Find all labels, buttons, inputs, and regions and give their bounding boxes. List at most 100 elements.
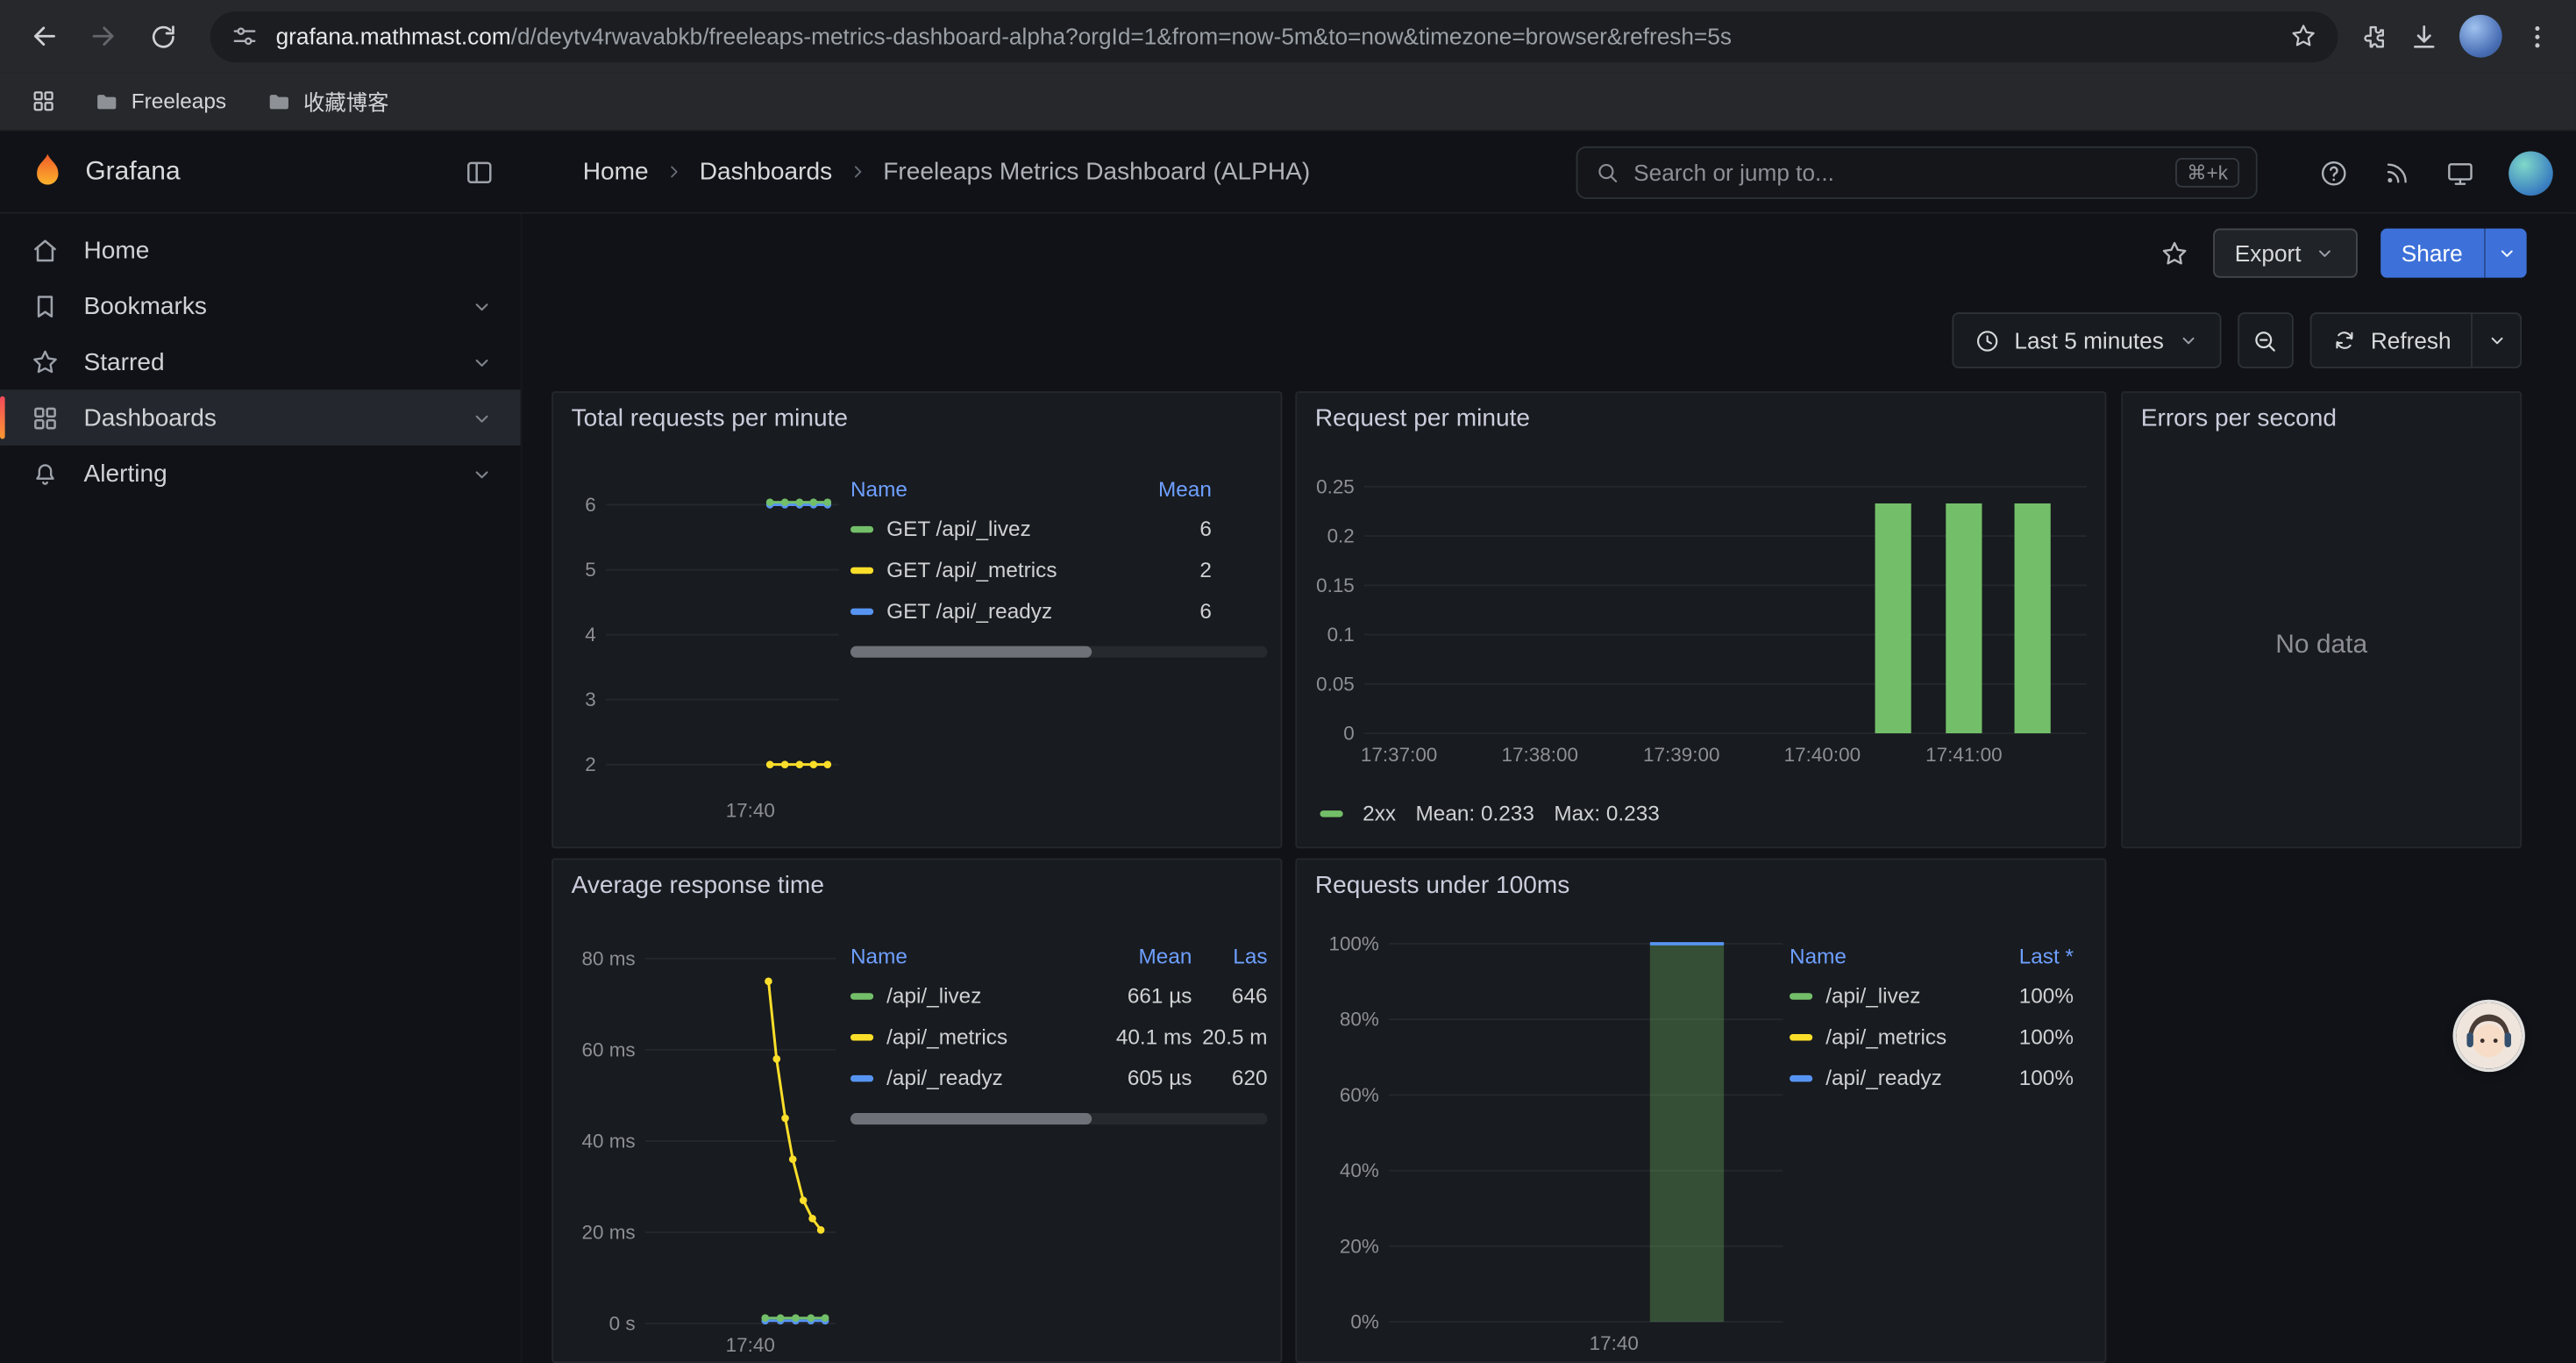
folder-icon (266, 88, 292, 114)
legend-row[interactable]: /api/_metrics 100% (1790, 1016, 2074, 1057)
bookmark-icon (30, 290, 61, 322)
svg-text:17:39:00: 17:39:00 (1643, 744, 1719, 766)
time-range-picker[interactable]: Last 5 minutes (1952, 312, 2221, 368)
breadcrumb-dashboards[interactable]: Dashboards (700, 158, 832, 186)
legend-row[interactable]: /api/_readyz 100% (1790, 1057, 2074, 1098)
scrollbar-thumb[interactable] (850, 1113, 1092, 1124)
breadcrumb-home[interactable]: Home (583, 158, 649, 186)
legend-scrollbar[interactable] (850, 646, 1268, 658)
series-name[interactable]: 2xx (1363, 801, 1396, 825)
svg-text:5: 5 (585, 559, 595, 581)
sidebar-item-home[interactable]: Home (0, 222, 521, 278)
panel-title[interactable]: Average response time (572, 871, 824, 899)
sidebar-item-alerting[interactable]: Alerting (0, 446, 521, 502)
legend-row[interactable]: /api/_livez 100% (1790, 975, 2074, 1017)
help-icon[interactable] (2318, 157, 2350, 189)
scrollbar-thumb[interactable] (850, 646, 1092, 658)
kiosk-monitor-icon[interactable] (2444, 157, 2476, 189)
share-split-button: Share (2380, 229, 2526, 278)
svg-text:0.2: 0.2 (1327, 525, 1355, 547)
svg-text:17:40: 17:40 (726, 1334, 775, 1356)
series-color-dash (850, 1074, 873, 1081)
export-button[interactable]: Export (2213, 229, 2357, 278)
refresh-button[interactable]: Refresh (2310, 312, 2473, 368)
svg-text:17:40: 17:40 (726, 800, 775, 822)
bookmark-item-blog[interactable]: 收藏博客 (253, 79, 402, 124)
zoom-out-button[interactable] (2238, 312, 2294, 368)
site-info-icon[interactable] (230, 21, 260, 51)
grafana-app: Grafana Home Dashboards Freeleaps Metric… (0, 132, 2576, 1363)
chevron-down-icon[interactable] (470, 405, 495, 430)
apps-grid-icon[interactable] (19, 81, 67, 122)
no-data-message: No data (2123, 632, 2520, 661)
svg-text:17:40:00: 17:40:00 (1784, 744, 1861, 766)
browser-profile-avatar[interactable] (2459, 15, 2502, 58)
series-color-dash (850, 1033, 873, 1039)
legend-row[interactable]: GET /api/_readyz 6 (850, 590, 1268, 632)
bookmark-star-icon[interactable] (2288, 21, 2318, 51)
legend-row[interactable]: GET /api/_metrics 2 (850, 549, 1268, 590)
grafana-top-nav: Grafana Home Dashboards Freeleaps Metric… (0, 132, 2576, 214)
svg-text:80 ms: 80 ms (582, 947, 636, 969)
panel-title[interactable]: Request per minute (1315, 404, 1530, 432)
url-text: grafana.mathmast.com/d/deytv4rwavabkb/fr… (276, 23, 2289, 49)
nav-right (2318, 132, 2553, 214)
forward-button[interactable] (75, 8, 132, 64)
browser-toolbar: grafana.mathmast.com/d/deytv4rwavabkb/fr… (0, 0, 2576, 72)
legend-row[interactable]: /api/_livez 661 µs 646 (850, 975, 1268, 1017)
downloads-icon[interactable] (2409, 20, 2440, 52)
sidebar: Home Bookmarks Starred Dashboards (0, 214, 522, 1363)
sidebar-item-starred[interactable]: Starred (0, 334, 521, 390)
search-box[interactable]: ⌘+k (1576, 146, 2258, 199)
favorite-star-icon[interactable] (2160, 238, 2191, 269)
clock-icon (1974, 326, 2002, 354)
legend-table: Name Mean Las /api/_livez 661 µs 646 /ap… (850, 936, 1268, 1125)
chevron-down-icon[interactable] (470, 461, 495, 486)
svg-text:40%: 40% (1340, 1160, 1379, 1181)
series-color-dash (1790, 1074, 1812, 1081)
bookmark-item-freeleaps[interactable]: Freeleaps (81, 82, 239, 121)
sidebar-toggle-icon[interactable] (463, 155, 495, 188)
search-icon (1594, 160, 1620, 186)
share-dropdown-button[interactable] (2484, 229, 2527, 278)
search-input[interactable] (1633, 160, 2162, 186)
nav-left: Grafana (0, 151, 522, 194)
news-rss-icon[interactable] (2382, 158, 2412, 188)
extensions-icon[interactable] (2358, 20, 2389, 52)
search-shortcut-hint: ⌘+k (2175, 158, 2239, 188)
svg-text:20%: 20% (1340, 1235, 1379, 1257)
svg-text:40 ms: 40 ms (582, 1130, 636, 1152)
browser-menu-icon[interactable] (2522, 20, 2553, 52)
grafana-logo[interactable] (26, 151, 69, 194)
panel-title[interactable]: Total requests per minute (572, 404, 848, 432)
refresh-interval-dropdown[interactable] (2473, 312, 2522, 368)
sidebar-item-dashboards[interactable]: Dashboards (0, 389, 521, 446)
assistant-avatar[interactable] (2456, 1003, 2522, 1068)
svg-text:0.1: 0.1 (1327, 624, 1355, 646)
sidebar-item-bookmarks[interactable]: Bookmarks (0, 278, 521, 334)
legend-row[interactable]: GET /api/_livez 6 (850, 508, 1268, 549)
panel-request-per-minute: Request per minute 0.250.20.150.10.05017… (1295, 391, 2106, 848)
legend-header: Name Last * (1790, 936, 2074, 975)
bar-chart[interactable]: 0.250.20.150.10.05017:37:0017:38:0017:39… (1297, 393, 2106, 848)
panel-title[interactable]: Errors per second (2141, 404, 2337, 432)
svg-text:0: 0 (1343, 723, 1354, 745)
back-button[interactable] (17, 8, 73, 64)
panel-title[interactable]: Requests under 100ms (1315, 871, 1569, 899)
series-mean: Mean: 0.233 (1416, 801, 1534, 825)
reload-button[interactable] (135, 8, 191, 64)
legend-row[interactable]: /api/_metrics 40.1 ms 20.5 m (850, 1016, 1268, 1057)
svg-text:3: 3 (585, 689, 595, 710)
legend-header: Name Mean Las (850, 936, 1268, 975)
address-bar[interactable]: grafana.mathmast.com/d/deytv4rwavabkb/fr… (210, 11, 2338, 61)
panel-average-response-time: Average response time 80 ms60 ms40 ms20 … (551, 858, 1282, 1362)
legend-row[interactable]: /api/_readyz 605 µs 620 (850, 1057, 1268, 1098)
chevron-down-icon[interactable] (470, 349, 495, 374)
legend-scrollbar[interactable] (850, 1113, 1268, 1124)
refresh-split-button: Refresh (2310, 312, 2523, 368)
series-color-dash (1790, 1033, 1812, 1039)
svg-text:6: 6 (585, 494, 595, 516)
chevron-down-icon[interactable] (470, 294, 495, 318)
user-avatar[interactable] (2508, 151, 2553, 196)
share-button[interactable]: Share (2380, 229, 2484, 278)
